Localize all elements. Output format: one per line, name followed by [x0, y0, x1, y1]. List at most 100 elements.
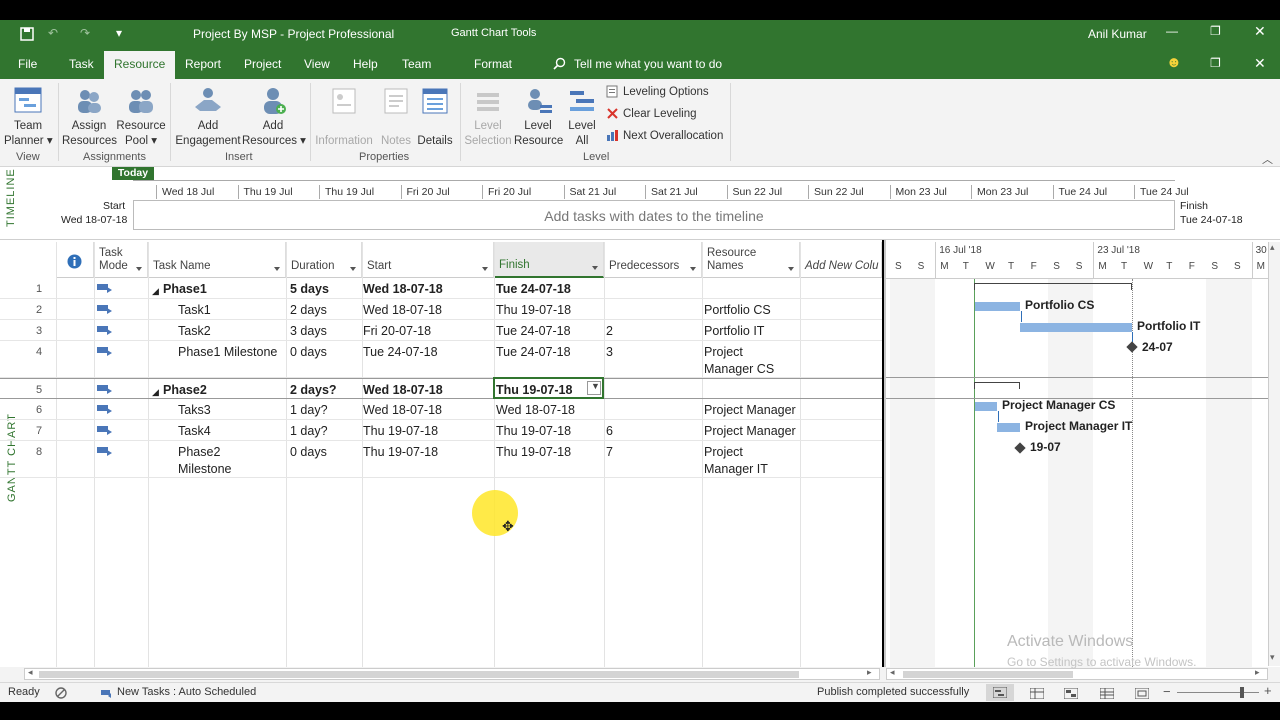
user-name[interactable]: Anil Kumar — [1088, 27, 1147, 41]
resource-names-cell[interactable]: Project Manager CS — [704, 344, 774, 378]
gantt-horizontal-scrollbar[interactable]: ◂ ▸ — [886, 667, 1268, 680]
leveling-options-button[interactable]: Leveling Options — [606, 85, 709, 98]
start-header[interactable]: Start — [362, 242, 494, 278]
duration-cell[interactable]: 5 days — [290, 281, 329, 298]
tab-project[interactable]: Project — [244, 57, 281, 71]
chevron-down-icon[interactable] — [274, 267, 280, 271]
chevron-down-icon[interactable] — [136, 267, 142, 271]
gantt-scroll-thumb[interactable] — [903, 671, 1073, 678]
scroll-down-icon[interactable]: ▾ — [1270, 652, 1275, 663]
start-cell[interactable]: Wed 18-07-18 — [363, 382, 443, 399]
start-cell[interactable]: Thu 19-07-18 — [363, 444, 438, 461]
task-grid[interactable]: Task Mode Task Name Duration Start Finish… — [0, 240, 882, 667]
grid-scroll-thumb[interactable] — [39, 671, 799, 678]
team-planner-button[interactable]: Team Planner ▾ — [4, 85, 53, 149]
task4-bar[interactable] — [997, 423, 1020, 432]
details-button[interactable]: Details — [416, 85, 454, 149]
gantt-scroll-right-icon[interactable]: ▸ — [1255, 667, 1260, 678]
scroll-up-icon[interactable]: ▴ — [1270, 242, 1275, 253]
table-row[interactable]: 2 Task1 2 days Wed 18-07-18 Thu 19-07-18 Port… — [0, 299, 882, 320]
task-name-cell[interactable]: Taks3 — [178, 402, 211, 419]
clear-leveling-button[interactable]: Clear Leveling — [606, 107, 697, 120]
resource-names-header[interactable]: Resource Names — [702, 242, 800, 278]
phase2-summary-bar[interactable] — [974, 382, 1020, 389]
task1-bar[interactable] — [975, 302, 1020, 311]
table-row[interactable]: 5 ◢ Phase2 2 days? Wed 18-07-18 Thu 19-07-18 — [0, 378, 882, 399]
task3-bar[interactable] — [975, 402, 997, 411]
resource-names-cell[interactable]: Portfolio IT — [704, 323, 764, 340]
ribbon-restore-icon[interactable]: ❐ — [1210, 56, 1221, 70]
resource-sheet-icon[interactable] — [1100, 688, 1114, 699]
chevron-down-icon[interactable] — [592, 266, 598, 270]
quick-access-more-icon[interactable]: ▾ — [116, 26, 122, 40]
start-cell[interactable]: Fri 20-07-18 — [363, 323, 431, 340]
chevron-down-icon[interactable] — [482, 267, 488, 271]
task-name-cell[interactable]: Task1 — [178, 302, 211, 319]
task-name-cell[interactable]: Phase1 Milestone — [178, 344, 277, 361]
add-resources-button[interactable]: Add Resources ▾ — [242, 85, 306, 149]
redo-icon[interactable]: ↷ — [80, 26, 90, 40]
report-view-icon[interactable] — [1135, 688, 1149, 699]
status-new-tasks[interactable]: New Tasks : Auto Scheduled — [117, 686, 256, 698]
start-cell[interactable]: Wed 18-07-18 — [363, 281, 443, 298]
collapse-ribbon-icon[interactable]: ︿ — [1262, 151, 1273, 167]
finish-cell[interactable]: Thu 19-07-18 — [496, 444, 571, 461]
tab-file[interactable]: File — [18, 57, 37, 71]
task2-bar[interactable] — [1020, 323, 1132, 332]
duration-cell[interactable]: 0 days — [290, 344, 327, 361]
minimize-icon[interactable]: — — [1166, 24, 1178, 38]
ribbon-close-icon[interactable]: ✕ — [1254, 55, 1266, 72]
tell-me-input[interactable]: Tell me what you want to do — [574, 57, 722, 71]
predecessors-cell[interactable]: 2 — [606, 323, 613, 340]
add-new-column-header[interactable]: Add New Colu — [800, 242, 882, 278]
finish-cell[interactable]: Tue 24-07-18 — [496, 323, 571, 340]
chevron-down-icon[interactable] — [788, 267, 794, 271]
zoom-out-icon[interactable]: − — [1163, 684, 1171, 699]
next-overallocation-button[interactable]: Next Overallocation — [606, 129, 723, 142]
scroll-right-icon[interactable]: ▸ — [867, 667, 872, 678]
start-cell[interactable]: Tue 24-07-18 — [363, 344, 438, 361]
tab-report[interactable]: Report — [185, 57, 221, 71]
timeline[interactable]: TIMELINE Today Wed 18 Jul Thu 19 Jul Thu 1… — [0, 167, 1280, 240]
resource-names-cell[interactable]: Project Manager — [704, 402, 796, 419]
grid-horizontal-scrollbar[interactable]: ◂ ▸ — [24, 667, 880, 680]
phase1-summary-bar[interactable] — [974, 283, 1132, 290]
table-row[interactable]: 1 ◢ Phase1 5 days Wed 18-07-18 Tue 24-07-18 — [0, 278, 882, 299]
phase1-milestone-diamond[interactable] — [1126, 341, 1138, 353]
add-engagement-button[interactable]: Add Engagement — [174, 85, 242, 149]
auto-schedule-icon[interactable] — [100, 687, 112, 699]
resource-pool-button[interactable]: Resource Pool ▾ — [116, 85, 166, 149]
duration-cell[interactable]: 2 days? — [290, 382, 337, 399]
level-selection-button[interactable]: Level Selection — [462, 85, 514, 149]
gantt-scroll-left-icon[interactable]: ◂ — [890, 667, 895, 678]
task-name-cell[interactable]: Task2 — [178, 323, 211, 340]
task-usage-icon[interactable] — [1030, 688, 1044, 699]
finish-cell[interactable]: Tue 24-07-18 — [496, 281, 571, 298]
duration-cell[interactable]: 2 days — [290, 302, 327, 319]
zoom-slider[interactable] — [1177, 692, 1259, 693]
restore-icon[interactable]: ❐ — [1210, 24, 1221, 38]
finish-cell[interactable]: Thu 19-07-18 — [496, 302, 571, 319]
date-picker-dropdown[interactable]: ▼ — [587, 381, 601, 395]
save-icon[interactable] — [20, 27, 34, 41]
finish-cell[interactable]: Wed 18-07-18 — [496, 402, 575, 419]
task-mode-header[interactable]: Task Mode — [94, 242, 148, 278]
task-name-header[interactable]: Task Name — [148, 242, 286, 278]
undo-icon[interactable]: ↶ — [48, 26, 58, 40]
predecessors-cell[interactable]: 6 — [606, 423, 613, 440]
task-name-cell[interactable]: Phase1 — [163, 281, 207, 298]
table-row[interactable]: 6 Taks3 1 day? Wed 18-07-18 Wed 18-07-18 Proj… — [0, 399, 882, 420]
notes-button[interactable]: Notes — [378, 85, 414, 149]
gantt-view-shortcut[interactable] — [986, 684, 1014, 701]
duration-cell[interactable]: 0 days — [290, 444, 327, 461]
start-cell[interactable]: Wed 18-07-18 — [363, 402, 442, 419]
task-name-cell[interactable]: Task4 — [178, 423, 211, 440]
zoom-slider-thumb[interactable] — [1240, 687, 1244, 698]
resource-names-cell[interactable]: Portfolio CS — [704, 302, 771, 319]
assign-resources-button[interactable]: Assign Resources — [62, 85, 117, 149]
gantt-chart[interactable]: 16 Jul '18 23 Jul '18 30 JSSMTWTFSSMTWTFSS… — [884, 240, 1280, 667]
level-all-button[interactable]: Level All — [562, 85, 602, 149]
close-icon[interactable]: ✕ — [1254, 23, 1266, 40]
scroll-left-icon[interactable]: ◂ — [28, 667, 33, 678]
duration-cell[interactable]: 3 days — [290, 323, 327, 340]
